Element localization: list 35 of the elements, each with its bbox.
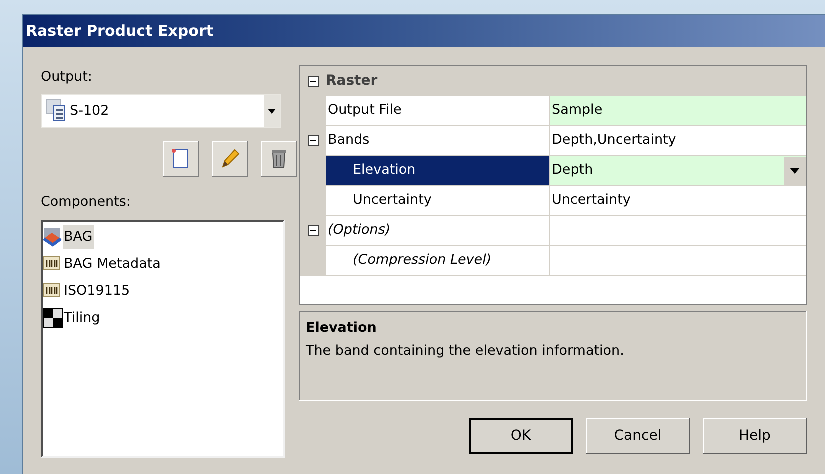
caret-icon: [268, 108, 276, 114]
component-item[interactable]: ISO19115: [63, 278, 132, 304]
property-value[interactable]: Depth: [550, 156, 806, 185]
table-icon: [46, 99, 68, 124]
dialog-button[interactable]: OK: [469, 418, 573, 454]
component-item[interactable]: BAG Metadata: [63, 252, 162, 276]
property-name[interactable]: Output File: [326, 96, 550, 125]
pencil-button[interactable]: [212, 141, 248, 178]
collapse-icon[interactable]: [308, 76, 318, 86]
checkerboard-icon: [43, 308, 63, 328]
caret-icon: [790, 168, 800, 174]
layered-raster-icon: [43, 227, 63, 247]
trash-button[interactable]: [261, 141, 297, 178]
collapse-icon[interactable]: [308, 135, 318, 146]
output-label: Output:: [41, 68, 92, 87]
category-label: Raster: [326, 72, 378, 90]
output-dropdown[interactable]: S-102: [41, 94, 281, 128]
new-document-button[interactable]: [163, 141, 199, 178]
component-item[interactable]: Tiling: [63, 306, 102, 330]
description-title: Elevation: [306, 319, 377, 338]
dialog-button[interactable]: Cancel: [586, 418, 690, 454]
components-label: Components:: [41, 193, 131, 212]
property-name[interactable]: Bands: [326, 126, 550, 155]
description-text: The band containing the elevation information.: [306, 342, 624, 362]
property-grid[interactable]: Raster Output File Sample Bands Depth,Uncertainty Elevation Depth Uncertainty Uncertainty (Options) (Compression Level): [299, 65, 807, 305]
window-title: Raster Product Export: [26, 20, 214, 42]
dropdown-button[interactable]: [784, 156, 806, 184]
dialog-button[interactable]: Help: [703, 418, 807, 454]
property-value[interactable]: Sample: [550, 96, 806, 125]
components-list[interactable]: BAG BAG Metadata ISO19115 Tiling: [41, 220, 285, 458]
component-item[interactable]: BAG: [63, 224, 94, 250]
property-name[interactable]: Elevation: [326, 156, 550, 185]
row-header: [300, 246, 326, 275]
collapse-icon[interactable]: [308, 225, 318, 236]
property-name[interactable]: (Options): [326, 216, 550, 245]
